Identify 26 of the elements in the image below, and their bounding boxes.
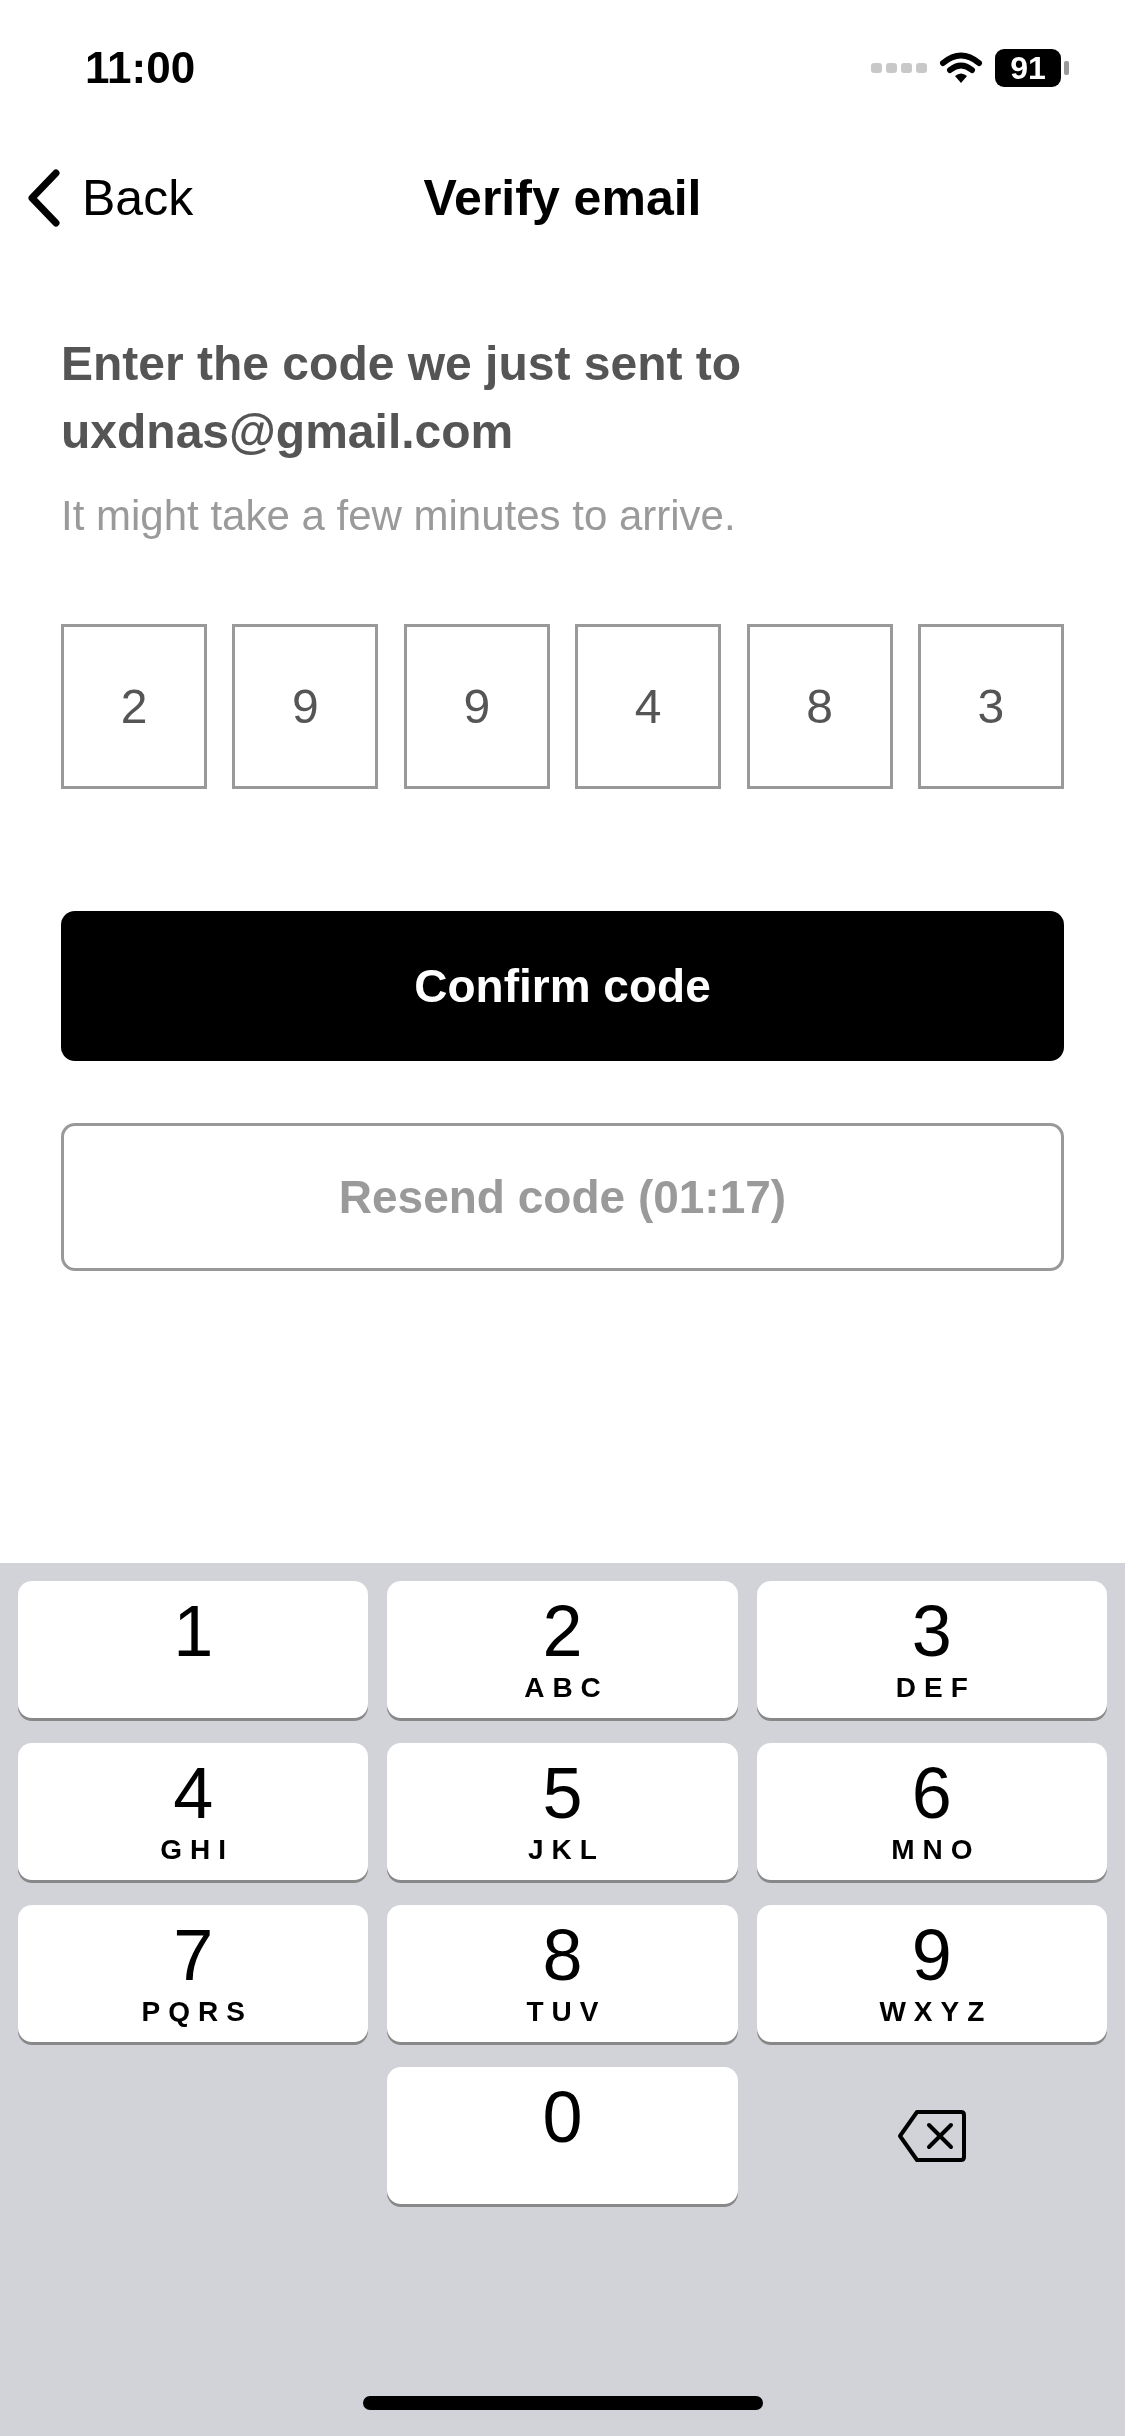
code-digit-field[interactable]: 9: [403, 624, 550, 789]
keypad-key[interactable]: 8 TUV: [387, 1905, 738, 2042]
keypad-key[interactable]: 3 DEF: [756, 1581, 1107, 1718]
hint-text: It might take a few minutes to arrive.: [61, 491, 737, 541]
keypad-key[interactable]: 6 MNO: [756, 1743, 1107, 1880]
wifi-icon: [939, 51, 983, 85]
code-digit-field[interactable]: 9: [232, 624, 379, 789]
backspace-icon: [896, 2107, 967, 2164]
keypad-key[interactable]: 1: [18, 1581, 369, 1718]
code-digit-field[interactable]: 4: [575, 624, 722, 789]
keypad-key[interactable]: 9 WXYZ: [756, 1905, 1107, 2042]
status-time: 11:00: [85, 43, 196, 93]
screen-title: Verify email: [423, 170, 702, 226]
code-digit-field[interactable]: 3: [917, 624, 1064, 789]
chevron-left-icon: [26, 169, 60, 227]
code-digit-field[interactable]: 2: [61, 624, 207, 789]
code-digit-field[interactable]: 8: [746, 624, 893, 789]
signal-icon: [871, 62, 927, 74]
keypad-key[interactable]: 4 GHI: [18, 1743, 369, 1880]
instruction-heading: Enter the code we just sent to uxdnas@gmail.com: [61, 336, 743, 460]
keypad-key[interactable]: 7 PQRS: [18, 1905, 369, 2042]
keypad-key[interactable]: 5 JKL: [387, 1743, 738, 1880]
back-button[interactable]: Back: [26, 169, 194, 227]
confirm-button[interactable]: Confirm code: [61, 911, 1064, 1061]
keypad-key[interactable]: 2 ABC: [387, 1581, 738, 1718]
keypad-key[interactable]: 0: [387, 2067, 738, 2204]
